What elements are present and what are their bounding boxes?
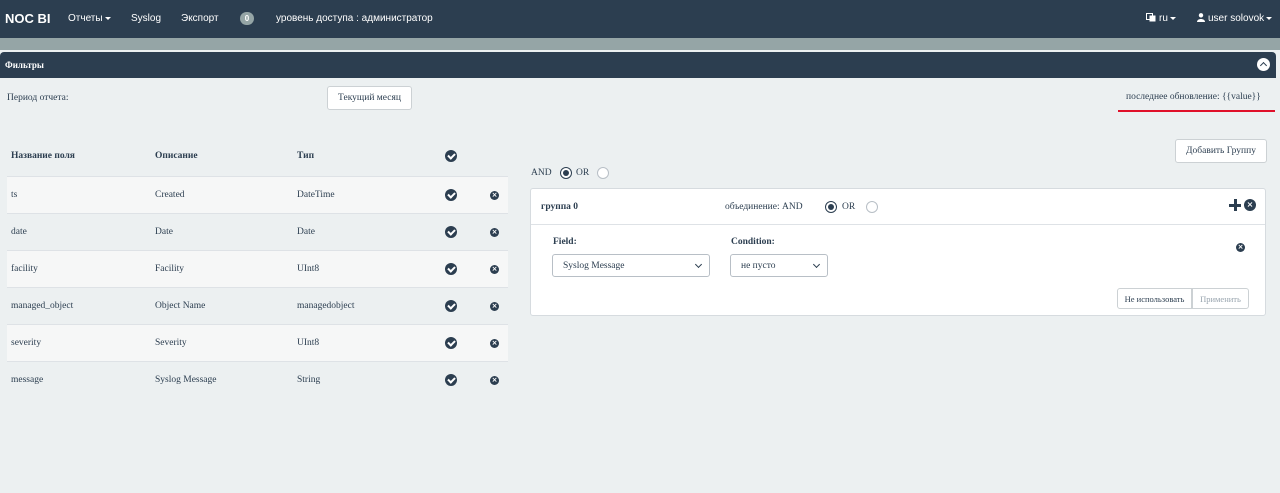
nav-reports-label: Отчеты (68, 13, 103, 24)
check-icon[interactable] (445, 189, 457, 201)
group-title: группа 0 (541, 202, 579, 212)
remove-icon[interactable]: × (490, 302, 499, 311)
current-month-button[interactable]: Текущий месяц (327, 86, 412, 110)
add-group-button[interactable]: Добавить Группу (1175, 139, 1267, 163)
brand-logo[interactable]: NOC BI (5, 11, 51, 26)
field-name-cell: facility (11, 264, 38, 274)
group-or-label: OR (842, 202, 856, 212)
apply-button[interactable]: Применить (1192, 288, 1249, 309)
top-navbar: NOC BI Отчеты Syslog Экспорт 0 уровень д… (0, 0, 1280, 38)
group-card-header: группа 0 объединение: AND OR × (531, 189, 1265, 225)
remove-condition-icon[interactable]: × (1236, 243, 1245, 252)
access-level-text: уровень доступа : администратор (276, 13, 433, 24)
field-name-cell: message (11, 375, 44, 385)
select-all-check-icon[interactable] (445, 150, 457, 162)
root-and-label: AND (531, 168, 552, 178)
chevron-down-icon (812, 260, 821, 269)
chevron-down-icon (694, 260, 703, 269)
check-icon[interactable] (445, 337, 457, 349)
field-name-cell: severity (11, 338, 42, 348)
table-row: ts Created DateTime × (7, 176, 508, 213)
description-cell: Severity (155, 338, 187, 348)
remove-icon[interactable]: × (490, 376, 499, 385)
filters-panel-title: Фильтры (5, 60, 44, 70)
field-name-cell: managed_object (11, 301, 74, 311)
condition-label: Condition: (731, 237, 775, 247)
column-header-type: Тип (297, 151, 315, 161)
field-name-cell: date (11, 227, 27, 237)
user-label: user solovok (1208, 13, 1265, 24)
remove-group-icon[interactable]: × (1244, 199, 1256, 211)
caret-down-icon (1169, 16, 1176, 20)
remove-icon[interactable]: × (490, 265, 499, 274)
language-icon (1146, 13, 1156, 22)
field-select[interactable]: Syslog Message (552, 254, 710, 277)
root-or-label: OR (576, 168, 590, 178)
nav-reports-dropdown[interactable]: Отчеты (68, 13, 111, 24)
description-cell: Object Name (155, 301, 206, 311)
last-update-text: последнее обновление: {{value}} (1126, 92, 1261, 102)
check-icon[interactable] (445, 300, 457, 312)
table-header-row: Название поля Описание Тип (7, 140, 508, 176)
group-union-and-label: объединение: AND (725, 202, 803, 212)
user-icon (1197, 13, 1205, 22)
export-count-badge: 0 (240, 12, 254, 25)
disable-button[interactable]: Не использовать (1117, 288, 1192, 309)
type-cell: managedobject (297, 301, 355, 311)
fields-table: Название поля Описание Тип ts Created Da… (7, 140, 508, 398)
nav-syslog[interactable]: Syslog (131, 13, 161, 24)
remove-icon[interactable]: × (490, 191, 499, 200)
type-cell: Date (297, 227, 315, 237)
root-and-radio[interactable] (560, 167, 572, 179)
check-icon[interactable] (445, 226, 457, 238)
sub-header-bar (0, 38, 1280, 50)
table-row: managed_object Object Name managedobject… (7, 287, 508, 324)
field-label: Field: (553, 237, 577, 247)
caret-down-icon (1266, 16, 1273, 20)
collapse-chevron-icon[interactable] (1257, 58, 1270, 71)
description-cell: Date (155, 227, 173, 237)
description-cell: Facility (155, 264, 185, 274)
root-or-radio[interactable] (597, 167, 609, 179)
description-cell: Created (155, 190, 185, 200)
remove-icon[interactable]: × (490, 228, 499, 237)
description-cell: Syslog Message (155, 375, 217, 385)
group-or-radio[interactable] (866, 201, 878, 213)
check-icon[interactable] (445, 263, 457, 275)
nav-export[interactable]: Экспорт (181, 13, 219, 24)
type-cell: UInt8 (297, 338, 320, 348)
field-name-cell: ts (11, 190, 18, 200)
column-header-field-name: Название поля (11, 151, 75, 161)
table-row: date Date Date × (7, 213, 508, 250)
check-icon[interactable] (445, 374, 457, 386)
type-cell: UInt8 (297, 264, 320, 274)
remove-icon[interactable]: × (490, 339, 499, 348)
condition-select[interactable]: не пусто (730, 254, 828, 277)
highlight-underline (1118, 110, 1275, 112)
caret-down-icon (104, 16, 111, 20)
group-and-radio[interactable] (825, 201, 837, 213)
language-label: ru (1159, 13, 1168, 24)
table-row: severity Severity UInt8 × (7, 324, 508, 361)
field-select-value: Syslog Message (563, 261, 625, 271)
column-header-description: Описание (155, 151, 198, 161)
report-period-label: Период отчета: (7, 93, 69, 103)
type-cell: String (297, 375, 321, 385)
table-row: message Syslog Message String × (7, 361, 508, 398)
user-dropdown[interactable]: user solovok (1197, 13, 1273, 24)
filters-panel-header: Фильтры (0, 52, 1276, 78)
table-row: facility Facility UInt8 × (7, 250, 508, 287)
group-card: группа 0 объединение: AND OR × Field: Sy… (530, 188, 1266, 316)
type-cell: DateTime (297, 190, 335, 200)
language-dropdown[interactable]: ru (1146, 13, 1176, 24)
add-condition-plus-icon[interactable] (1229, 199, 1241, 211)
condition-select-value: не пусто (741, 261, 776, 271)
